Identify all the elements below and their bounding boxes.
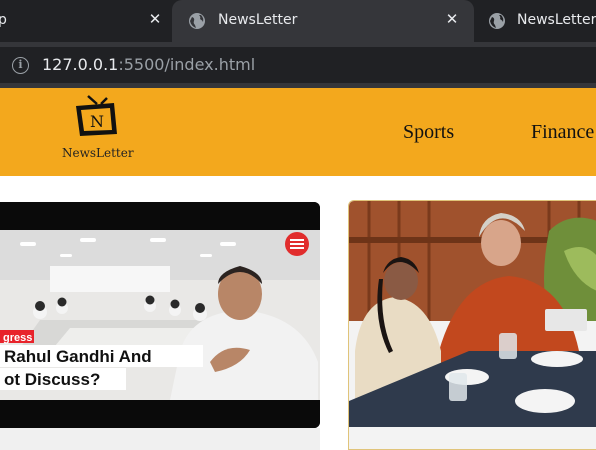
nav-sports[interactable]: Sports xyxy=(403,121,454,144)
globe-icon xyxy=(189,13,205,29)
globe-icon xyxy=(489,13,505,29)
news-card-footer xyxy=(0,428,320,450)
browser-tab-active[interactable]: NewsLetter ✕ xyxy=(172,0,474,42)
site-header: N NewsLetter Sports Finance xyxy=(0,88,596,176)
tv-logo-icon[interactable]: N xyxy=(70,94,130,138)
browser-tab[interactable]: p ✕ xyxy=(0,0,172,42)
nav-finance[interactable]: Finance xyxy=(531,121,594,144)
url-path: :5500/index.html xyxy=(118,55,256,74)
tab-title: NewsLetter xyxy=(218,12,298,28)
news-tag: gress xyxy=(3,332,32,344)
url-text[interactable]: 127.0.0.1:5500/index.html xyxy=(42,55,255,74)
news-photo xyxy=(349,201,596,449)
news-card[interactable] xyxy=(348,200,596,450)
news-headline-line1: Rahul Gandhi And xyxy=(4,347,152,366)
address-bar[interactable]: i 127.0.0.1:5500/index.html xyxy=(0,47,596,83)
browser-tab-bar: p ✕ NewsLetter ✕ NewsLetter xyxy=(0,0,596,42)
tab-title: p xyxy=(0,12,7,28)
close-icon[interactable]: ✕ xyxy=(146,10,164,28)
close-icon[interactable]: ✕ xyxy=(443,10,461,28)
news-thumbnail: gress Rahul Gandhi And ot Discuss? xyxy=(0,202,320,428)
news-card[interactable]: gress Rahul Gandhi And ot Discuss? xyxy=(0,202,320,428)
news-content: gress Rahul Gandhi And ot Discuss? xyxy=(0,176,596,450)
browser-tab[interactable]: NewsLetter xyxy=(474,0,596,42)
browser-toolbar: i 127.0.0.1:5500/index.html xyxy=(0,42,596,88)
info-icon[interactable]: i xyxy=(12,57,29,74)
url-host: 127.0.0.1 xyxy=(42,55,119,74)
tab-title: NewsLetter xyxy=(517,12,596,28)
news-headline-line2: ot Discuss? xyxy=(4,370,100,389)
logo-text: NewsLetter xyxy=(62,146,134,160)
logo-letter: N xyxy=(90,112,104,131)
